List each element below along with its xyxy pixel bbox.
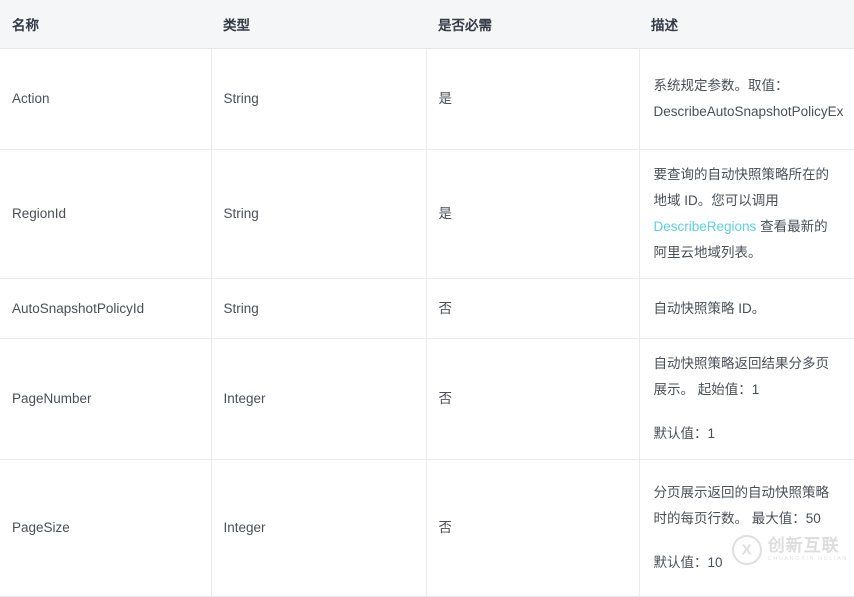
description-default-value: 默认值：10 bbox=[653, 555, 723, 570]
description-line: 自动快照策略 ID。 bbox=[653, 300, 766, 316]
description-line: 自动快照策略返回结果分多页展示。 起始值：1 bbox=[653, 356, 830, 397]
cell-parameter-required: 否 bbox=[426, 278, 640, 339]
table-header-row: 名称 类型 是否必需 描述 bbox=[0, 0, 854, 49]
cell-parameter-description: 自动快照策略返回结果分多页展示。 起始值：1 默认值：1 bbox=[639, 338, 854, 460]
cell-parameter-type: String bbox=[211, 149, 427, 279]
cell-parameter-name: Action bbox=[0, 48, 212, 150]
cell-parameter-type: Integer bbox=[211, 459, 427, 597]
cell-parameter-required: 是 bbox=[426, 48, 640, 150]
cell-parameter-name: PageSize bbox=[0, 459, 212, 597]
describe-regions-link[interactable]: DescribeRegions bbox=[654, 219, 757, 234]
description-line: 分页展示返回的自动快照策略时的每页行数。 最大值：50 bbox=[653, 485, 830, 526]
cell-parameter-description: 要查询的自动快照策略所在的地域 ID。您可以调用 DescribeRegions… bbox=[639, 149, 854, 279]
table-row: Action String 是 系统规定参数。取值：DescribeAutoSn… bbox=[0, 48, 854, 150]
cell-parameter-required: 否 bbox=[426, 459, 640, 597]
description-text-before-link: 要查询的自动快照策略所在的地域 ID。您可以调用 bbox=[653, 167, 830, 208]
description-default-value: 默认值：1 bbox=[653, 426, 716, 441]
column-header-required: 是否必需 bbox=[426, 0, 639, 49]
cell-parameter-required: 否 bbox=[426, 338, 640, 460]
description-line: 要查询的自动快照策略所在的地域 ID。您可以调用 DescribeRegions… bbox=[654, 162, 841, 266]
description-line: 系统规定参数。取值：DescribeAutoSnapshotPolicyEx bbox=[653, 78, 844, 119]
table-header: 名称 类型 是否必需 描述 bbox=[0, 0, 854, 49]
table-body: Action String 是 系统规定参数。取值：DescribeAutoSn… bbox=[0, 48, 854, 597]
cell-parameter-name: AutoSnapshotPolicyId bbox=[0, 278, 212, 339]
table-row: RegionId String 是 要查询的自动快照策略所在的地域 ID。您可以… bbox=[0, 149, 854, 279]
table-row: AutoSnapshotPolicyId String 否 自动快照策略 ID。 bbox=[0, 278, 854, 339]
column-header-name: 名称 bbox=[0, 0, 211, 49]
cell-parameter-type: String bbox=[211, 278, 427, 339]
table-row: PageNumber Integer 否 自动快照策略返回结果分多页展示。 起始… bbox=[0, 338, 854, 460]
cell-parameter-name: PageNumber bbox=[0, 338, 212, 460]
cell-parameter-required: 是 bbox=[426, 149, 640, 279]
cell-parameter-type: Integer bbox=[211, 338, 427, 460]
column-header-description: 描述 bbox=[639, 0, 854, 49]
table-row: PageSize Integer 否 分页展示返回的自动快照策略时的每页行数。 … bbox=[0, 459, 854, 597]
cell-parameter-description: 系统规定参数。取值：DescribeAutoSnapshotPolicyEx bbox=[639, 48, 854, 150]
column-header-type: 类型 bbox=[211, 0, 426, 49]
cell-parameter-description: 自动快照策略 ID。 bbox=[639, 278, 854, 339]
api-parameters-table: 名称 类型 是否必需 描述 Action String 是 系统规定参数。取值：… bbox=[0, 0, 854, 597]
cell-parameter-description: 分页展示返回的自动快照策略时的每页行数。 最大值：50 默认值：10 bbox=[639, 459, 854, 597]
cell-parameter-type: String bbox=[211, 48, 427, 150]
cell-parameter-name: RegionId bbox=[0, 149, 212, 279]
